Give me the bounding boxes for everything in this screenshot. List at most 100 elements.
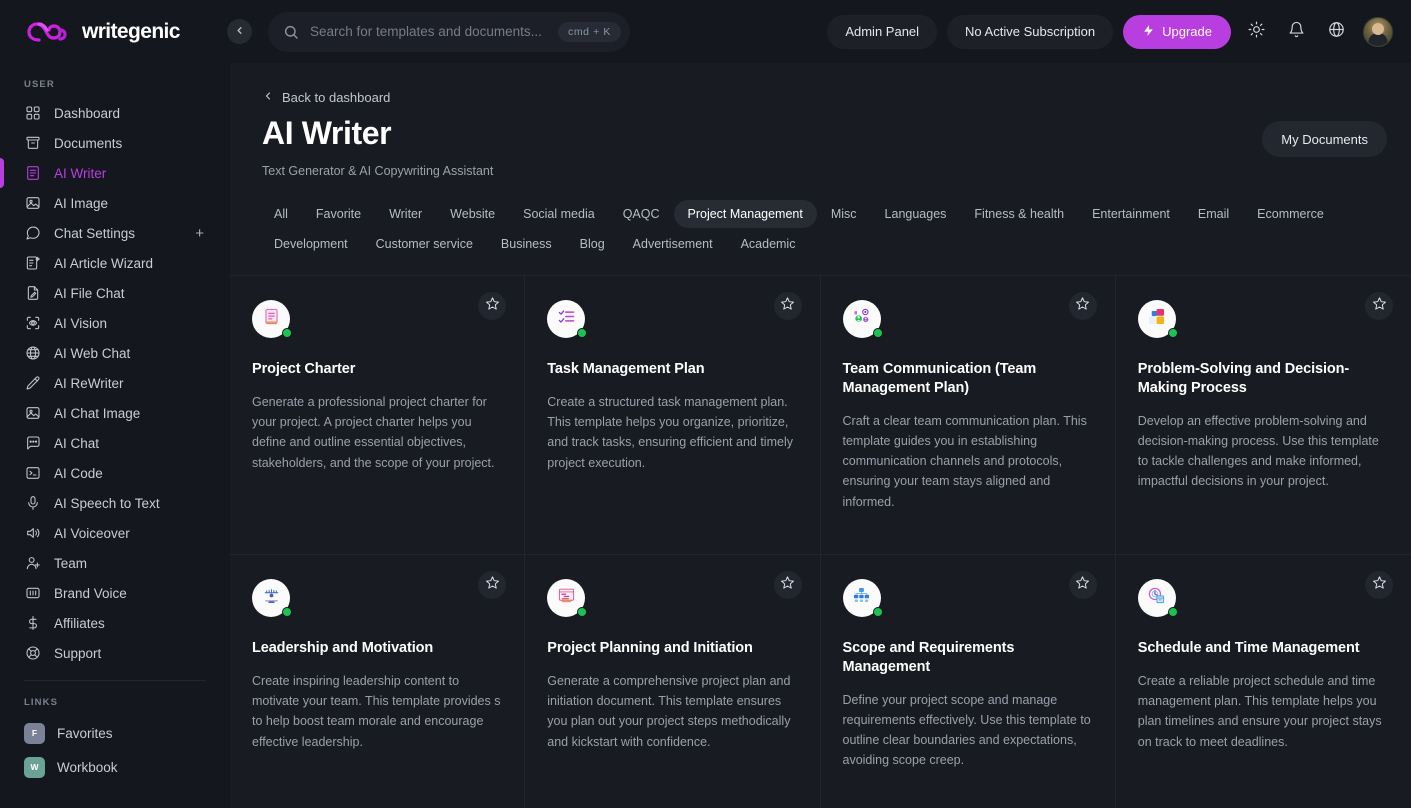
- favorite-button[interactable]: [478, 571, 507, 599]
- template-card[interactable]: Project Charter Generate a professional p…: [230, 276, 526, 555]
- sidebar-item-ai-file-chat[interactable]: AI File Chat: [0, 278, 230, 308]
- sidebar-link-workbook[interactable]: W Workbook: [0, 750, 230, 784]
- template-title: Schedule and Time Management: [1137, 640, 1360, 656]
- template-title: Task Management Plan: [547, 361, 705, 377]
- favorite-button[interactable]: [1365, 571, 1393, 599]
- tab-advertisement[interactable]: Advertisement: [619, 230, 727, 258]
- sidebar[interactable]: USER Dashboard Documents AI Writer AI Image…: [0, 63, 230, 808]
- sidebar-item-ai-speech-to-text[interactable]: AI Speech to Text: [0, 488, 230, 518]
- template-description: Generate a comprehensive project plan an…: [547, 673, 791, 749]
- tab-languages[interactable]: Languages: [871, 200, 961, 228]
- template-card[interactable]: Team Communication (Team Management Plan…: [820, 276, 1116, 555]
- sidebar-item-ai-rewriter[interactable]: AI ReWriter: [0, 368, 230, 398]
- sidebar-item-label: AI File Chat: [54, 285, 125, 301]
- template-grid: Project Charter Generate a professional p…: [230, 276, 1411, 808]
- sidebar-item-support[interactable]: Support: [0, 638, 230, 668]
- favorite-button[interactable]: [773, 292, 802, 320]
- sidebar-item-ai-voiceover[interactable]: AI Voiceover: [0, 518, 230, 548]
- star-outline-icon: [485, 296, 500, 316]
- template-icon: [842, 300, 883, 338]
- sidebar-item-team[interactable]: Team: [0, 548, 230, 578]
- sidebar-links-list: F Favorites W Workbook: [0, 716, 230, 784]
- upgrade-button[interactable]: Upgrade: [1123, 14, 1231, 49]
- sidebar-item-ai-chat-image[interactable]: AI Chat Image: [0, 398, 230, 428]
- sidebar-item-ai-writer[interactable]: AI Writer: [0, 158, 230, 188]
- favorite-button[interactable]: [773, 571, 802, 599]
- sidebar-item-label: AI Web Chat: [54, 345, 131, 361]
- sidebar-item-documents[interactable]: Documents: [0, 128, 230, 158]
- search-icon: [283, 24, 299, 40]
- avatar[interactable]: [1363, 16, 1393, 47]
- star-outline-icon: [780, 296, 795, 316]
- template-title: Problem-Solving and Decision-Making Proc…: [1137, 361, 1350, 396]
- tab-writer[interactable]: Writer: [375, 200, 436, 228]
- sidebar-item-ai-web-chat[interactable]: AI Web Chat: [0, 338, 230, 368]
- search-input[interactable]: [310, 24, 547, 39]
- sidebar-item-affiliates[interactable]: Affiliates: [0, 608, 230, 638]
- tab-social-media[interactable]: Social media: [509, 200, 609, 228]
- template-card[interactable]: Leadership and Motivation Create inspirin…: [230, 555, 526, 808]
- notifications-button[interactable]: [1281, 17, 1311, 47]
- checklist-purple-icon: [557, 307, 576, 331]
- tab-academic[interactable]: Academic: [727, 230, 810, 258]
- tab-fitness-health[interactable]: Fitness & health: [960, 200, 1078, 228]
- tab-entertainment[interactable]: Entertainment: [1078, 200, 1184, 228]
- language-button[interactable]: [1321, 17, 1351, 47]
- sidebar-item-brand-voice[interactable]: Brand Voice: [0, 578, 230, 608]
- template-card[interactable]: Task Management Plan Create a structured …: [525, 276, 821, 555]
- tab-website[interactable]: Website: [436, 200, 509, 228]
- template-card[interactable]: Scope and Requirements Management Define …: [821, 555, 1116, 808]
- template-title: Project Planning and Initiation: [547, 640, 753, 656]
- sidebar-item-label: AI Article Wizard: [54, 255, 154, 271]
- tab-misc[interactable]: Misc: [817, 200, 871, 228]
- subscription-status-button[interactable]: No Active Subscription: [947, 14, 1114, 49]
- admin-panel-button[interactable]: Admin Panel: [827, 14, 938, 49]
- star-outline-icon: [1372, 575, 1387, 595]
- online-status-dot: [1167, 328, 1178, 338]
- star-outline-icon: [780, 575, 795, 595]
- tab-ecommerce[interactable]: Ecommerce: [1243, 200, 1338, 228]
- tab-development[interactable]: Development: [260, 230, 362, 258]
- favorite-button[interactable]: [478, 292, 507, 320]
- tab-business[interactable]: Business: [487, 230, 566, 258]
- sidebar-item-chat-settings[interactable]: Chat Settings +: [0, 218, 230, 248]
- add-chat-icon[interactable]: +: [195, 225, 204, 242]
- sidebar-item-dashboard[interactable]: Dashboard: [0, 98, 230, 128]
- top-bar: writegenic cmd + K Admin Panel No Active…: [0, 0, 1411, 63]
- template-card[interactable]: Problem-Solving and Decision-Making Proc…: [1115, 276, 1411, 555]
- tab-blog[interactable]: Blog: [566, 230, 619, 258]
- main-content: Back to dashboard AI Writer My Documents…: [230, 63, 1411, 808]
- tab-project-management[interactable]: Project Management: [673, 200, 817, 228]
- sidebar-item-ai-chat[interactable]: AI Chat: [0, 428, 230, 458]
- template-icon: [842, 579, 883, 617]
- sidebar-item-label: AI Writer: [54, 165, 107, 181]
- sidebar-item-ai-code[interactable]: AI Code: [0, 458, 230, 488]
- theme-toggle-button[interactable]: [1241, 17, 1271, 47]
- sidebar-item-ai-vision[interactable]: AI Vision: [0, 308, 230, 338]
- template-title: Team Communication (Team Management Plan…: [842, 361, 1037, 396]
- bell-icon: [1288, 21, 1305, 43]
- online-status-dot: [872, 607, 883, 617]
- my-documents-button[interactable]: My Documents: [1262, 121, 1387, 157]
- tab-qaqc[interactable]: QAQC: [609, 200, 674, 228]
- tab-email[interactable]: Email: [1184, 200, 1243, 228]
- sidebar-link-favorites[interactable]: F Favorites: [0, 716, 230, 750]
- tab-customer-service[interactable]: Customer service: [362, 230, 487, 258]
- link-badge-icon: W: [24, 756, 45, 778]
- sidebar-collapse-button[interactable]: [227, 19, 252, 44]
- sidebar-item-label: Dashboard: [54, 105, 121, 121]
- sidebar-item-ai-image[interactable]: AI Image: [0, 188, 230, 218]
- sidebar-item-label: AI ReWriter: [54, 375, 124, 391]
- back-to-dashboard-link[interactable]: Back to dashboard: [230, 63, 390, 105]
- global-search[interactable]: cmd + K: [268, 11, 630, 52]
- favorite-button[interactable]: [1365, 292, 1393, 320]
- template-card[interactable]: Schedule and Time Management Create a rel…: [1116, 555, 1411, 808]
- template-description: Generate a professional project charter …: [252, 394, 495, 470]
- brand-logo[interactable]: writegenic: [0, 20, 230, 44]
- favorite-button[interactable]: [1068, 571, 1097, 599]
- favorite-button[interactable]: [1068, 292, 1097, 320]
- tab-all[interactable]: All: [260, 200, 302, 228]
- template-card[interactable]: Project Planning and Initiation Generate …: [525, 555, 821, 808]
- tab-favorite[interactable]: Favorite: [302, 200, 375, 228]
- sidebar-item-ai-article-wizard[interactable]: AI Article Wizard: [0, 248, 230, 278]
